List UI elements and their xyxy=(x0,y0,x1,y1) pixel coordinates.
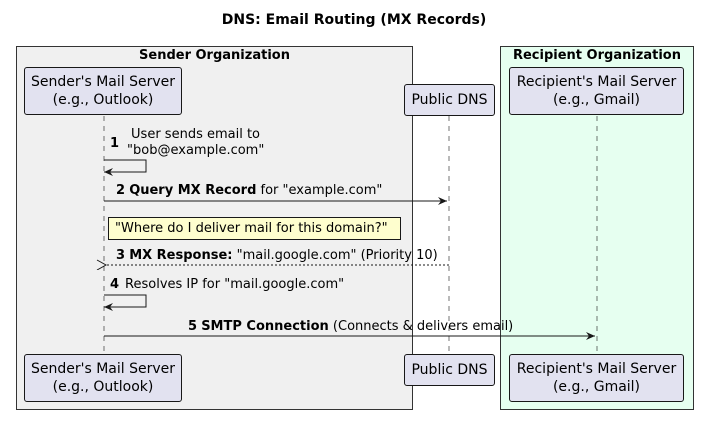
message-3-number: 3 xyxy=(116,248,126,263)
participant-sender-example: (e.g., Outlook) xyxy=(52,379,154,395)
message-5-text: (Connects & delivers email) xyxy=(328,319,514,334)
participant-dns-top: Public DNS xyxy=(404,84,495,116)
message-2-label: 2 Query MX Record for "example.com" xyxy=(116,183,382,199)
message-3-bold: MX Response: xyxy=(129,248,233,263)
participant-dns-name: Public DNS xyxy=(411,92,488,108)
message-1-label: 1 User sends email to "bob@example.com" xyxy=(110,127,264,159)
participant-recipient-example: (e.g., Gmail) xyxy=(552,92,641,108)
message-5-bold: SMTP Connection xyxy=(201,319,329,334)
message-4-label: 4 Resolves IP for "mail.google.com" xyxy=(110,277,344,293)
participant-sender-name: Sender's Mail Server xyxy=(30,361,176,377)
message-4-text: Resolves IP for "mail.google.com" xyxy=(125,277,345,292)
message-1-text-line1: User sends email to xyxy=(131,127,261,142)
arrow-msg-1 xyxy=(104,159,147,176)
participant-sender-top: Sender's Mail Server (e.g., Outlook) xyxy=(24,67,182,115)
participant-recipient-example: (e.g., Gmail) xyxy=(552,379,641,395)
note-text: "Where do I deliver mail for this domain… xyxy=(115,221,388,236)
participant-sender-bottom: Sender's Mail Server (e.g., Outlook) xyxy=(24,354,182,402)
message-1-number: 1 xyxy=(110,136,120,151)
participant-recipient-bottom: Recipient's Mail Server (e.g., Gmail) xyxy=(509,354,684,402)
message-5-label: 5 SMTP Connection (Connects & delivers e… xyxy=(188,319,513,335)
message-2-text: for "example.com" xyxy=(256,183,383,198)
participant-dns-bottom: Public DNS xyxy=(404,354,495,386)
message-2-bold: Query MX Record xyxy=(129,183,257,198)
message-3-label: 3 MX Response: "mail.google.com" (Priori… xyxy=(116,248,438,264)
message-3-text: "mail.google.com" (Priority 10) xyxy=(232,248,438,263)
participant-recipient-top: Recipient's Mail Server (e.g., Gmail) xyxy=(509,67,684,115)
message-4-number: 4 xyxy=(110,277,120,292)
note-box: "Where do I deliver mail for this domain… xyxy=(108,217,401,240)
participant-sender-name: Sender's Mail Server xyxy=(30,74,176,90)
participant-dns-name: Public DNS xyxy=(411,362,488,378)
message-1-text-line2: "bob@example.com" xyxy=(127,143,265,158)
sequence-diagram: DNS: Email Routing (MX Records) Sender O… xyxy=(0,0,708,422)
participant-recipient-name: Recipient's Mail Server xyxy=(516,361,677,377)
message-5-number: 5 xyxy=(188,319,198,334)
arrow-msg-4 xyxy=(104,294,147,311)
participant-recipient-name: Recipient's Mail Server xyxy=(516,74,677,90)
participant-sender-example: (e.g., Outlook) xyxy=(52,92,154,108)
message-2-number: 2 xyxy=(116,183,126,198)
